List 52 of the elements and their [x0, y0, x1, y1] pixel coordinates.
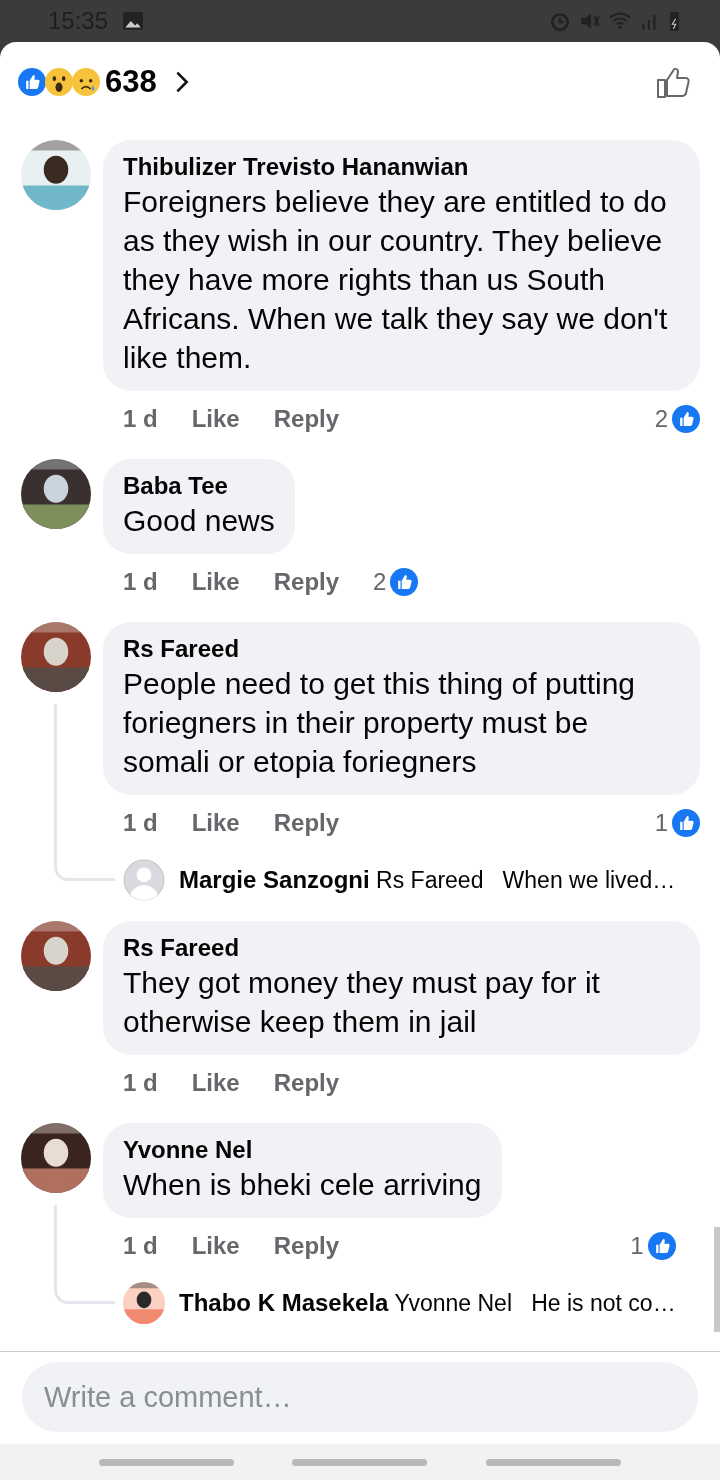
- reply-link[interactable]: Reply: [273, 405, 340, 433]
- comment-text: Good news: [123, 503, 275, 539]
- nav-handle[interactable]: [485, 1458, 621, 1466]
- reply-link[interactable]: Reply: [273, 1069, 340, 1097]
- like-icon: [647, 1232, 676, 1260]
- author-name[interactable]: Rs Fareed: [123, 634, 680, 664]
- comment-text: Foreigners believe they are entitled to do as they wish in our country. They believe they have more rights than us South Africans. When we talk they say we don't like them.: [123, 184, 669, 376]
- comment-text: People need to get this thing of putting foriegners in their property must be somali or etopia foriegners: [123, 666, 637, 780]
- reply-text: Thabo K Masekela Yvonne Nel He is not co…: [179, 1289, 676, 1317]
- like-link[interactable]: Like: [191, 1232, 240, 1260]
- like-link[interactable]: Like: [191, 1069, 240, 1097]
- comment-time: 1 d: [123, 568, 158, 596]
- wow-reaction-icon: [45, 68, 73, 96]
- wifi-icon: [609, 10, 631, 32]
- like-icon: [672, 809, 700, 837]
- comment-time: 1 d: [123, 809, 158, 837]
- like-link[interactable]: Like: [191, 568, 240, 596]
- like-link[interactable]: Like: [191, 809, 240, 837]
- author-name[interactable]: Yvonne Nel: [123, 1135, 482, 1165]
- like-count: 1: [630, 1232, 644, 1260]
- reaction-count: 638: [105, 64, 157, 100]
- comment-input[interactable]: Write a comment…: [22, 1362, 698, 1432]
- reply-text: Margie Sanzogni Rs Fareed When we lived…: [179, 866, 676, 894]
- sad-reaction-icon: [72, 68, 100, 96]
- comment-text: They got money they must pay for it otherwise keep them in jail: [123, 965, 601, 1040]
- reply-link[interactable]: Reply: [273, 809, 340, 837]
- chevron-icon: [174, 70, 189, 94]
- like-count: 2: [654, 405, 668, 433]
- reactions-summary[interactable]: 638: [18, 64, 189, 100]
- like-count: 1: [654, 809, 668, 837]
- comment-time: 1 d: [123, 1232, 158, 1260]
- like-count: 2: [373, 568, 387, 596]
- like-icon: [672, 405, 700, 433]
- alarm-icon: [549, 10, 571, 32]
- comment-text: When is bheki cele arriving: [123, 1167, 482, 1203]
- reply-link[interactable]: Reply: [273, 1232, 340, 1260]
- like-icon: [390, 568, 419, 596]
- comment-time: 1 d: [123, 1069, 158, 1097]
- author-name[interactable]: Baba Tee: [123, 471, 275, 501]
- author-name[interactable]: Thibulizer Trevisto Hananwian: [123, 152, 680, 182]
- nav-handle[interactable]: [292, 1458, 428, 1466]
- nav-handle[interactable]: [99, 1458, 235, 1466]
- reply-preview[interactable]: Margie Sanzogni Rs Fareed When we lived…: [123, 859, 700, 901]
- image-icon: [122, 10, 145, 32]
- reply-preview[interactable]: Thabo K Masekela Yvonne Nel He is not co…: [123, 1282, 676, 1324]
- battery-icon: [669, 10, 680, 32]
- avatar-icon: [123, 859, 165, 901]
- like-reaction-icon: [18, 68, 46, 96]
- comment-time: 1 d: [123, 405, 158, 433]
- author-name[interactable]: Rs Fareed: [123, 933, 680, 963]
- like-link[interactable]: Like: [191, 405, 240, 433]
- reply-link[interactable]: Reply: [273, 568, 340, 596]
